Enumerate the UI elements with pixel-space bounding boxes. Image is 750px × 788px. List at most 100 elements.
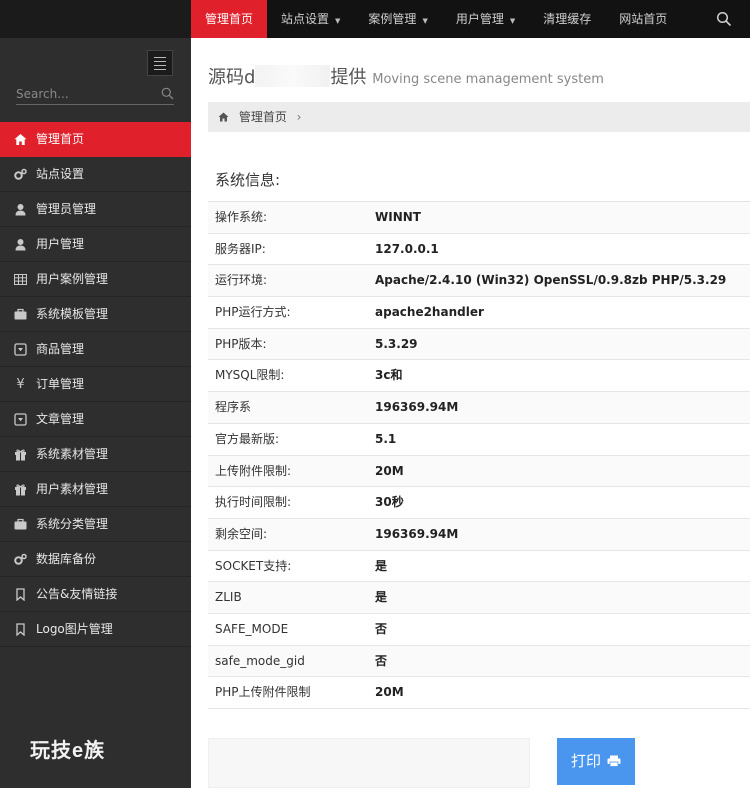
sidebar-item-13[interactable]: 公告&友情链接 [0,577,191,612]
table-row: PHP运行方式: apache2handler [208,297,750,329]
info-key: 剩余空间: [215,526,268,541]
info-value: 是 [375,558,388,573]
print-button[interactable]: 打印 [557,738,635,785]
section-title: 系统信息: [215,171,281,189]
table-row: 上传附件限制: 20M [208,455,750,488]
sidebar-item-label: 文章管理 [36,412,85,426]
cogs-icon [14,168,27,181]
nav-item-2[interactable]: 案例管理 ▼ [354,0,441,38]
table-row: PHP上传附件限制 20M [208,677,750,709]
sidebar-item-label: 管理员管理 [36,202,97,216]
menu-toggle-button[interactable] [147,50,173,76]
admin-page: 管理首页 站点设置 ▼ 案例管理 ▼ 用户管理 ▼ 清理缓存 网站首页 Search... 管理 [0,0,750,788]
search-icon[interactable] [161,87,174,100]
table-row: 程序系 196369.94M [208,392,750,424]
sidebar-item-12[interactable]: 数据库备份 [0,542,191,577]
menu-icon-bar [154,60,166,62]
info-value: 否 [375,653,388,668]
gift-icon [14,483,27,496]
info-key: 执行时间限制: [215,495,292,510]
caret-square-icon [14,413,27,426]
info-value: 20M [375,463,404,478]
gift-icon [14,448,27,461]
info-key: 服务器IP: [215,241,266,256]
home-icon [218,112,229,122]
sidebar-item-label: 用户管理 [36,237,85,251]
nav-item-3[interactable]: 用户管理 ▼ [442,0,529,38]
table-row: 执行时间限制: 30秒 [208,487,750,519]
info-value: 20M [375,685,404,700]
info-value: 196369.94M [375,400,459,415]
breadcrumb-home-link[interactable]: 管理首页 [239,110,287,124]
sidebar-item-3[interactable]: 用户管理 [0,227,191,262]
sidebar-item-9[interactable]: 系统素材管理 [0,437,191,472]
sidebar-item-label: 公告&友情链接 [36,587,118,601]
breadcrumb: 管理首页 › [208,102,750,132]
page-title-part2: 提供 [330,67,367,88]
chevron-down-icon: ▼ [335,17,341,25]
page-title: 源码d 提供 Moving scene management system [208,63,604,89]
nav-item-label: 管理首页 [205,12,254,26]
info-value: 否 [375,621,388,636]
info-key: safe_mode_gid [215,653,305,668]
sidebar-item-label: 商品管理 [36,342,85,356]
table-row: ZLIB 是 [208,582,750,614]
sidebar-item-label: 用户素材管理 [36,482,109,496]
info-key: SAFE_MODE [215,621,289,636]
search-placeholder: Search... [16,87,69,101]
info-key: SOCKET支持: [215,558,292,573]
sidebar-item-14[interactable]: Logo图片管理 [0,612,191,647]
text-area[interactable] [208,738,530,788]
nav-item-5[interactable]: 网站首页 [605,0,681,38]
sidebar-item-8[interactable]: 文章管理 [0,402,191,437]
sidebar-item-4[interactable]: 用户案例管理 [0,262,191,297]
info-value: 3c和 [375,368,403,383]
menu-icon-bar [154,68,166,70]
info-value: 30秒 [375,495,404,510]
info-key: MYSQL限制: [215,368,285,383]
table-row: 官方最新版: 5.1 [208,424,750,456]
info-key: PHP上传附件限制 [215,685,311,700]
home-icon [14,133,27,146]
nav-item-label: 清理缓存 [543,12,592,26]
page-subtitle: Moving scene management system [372,72,604,87]
nav-item-label: 用户管理 [455,12,504,26]
info-key: PHP运行方式: [215,305,291,320]
info-key: 运行环境: [215,273,268,288]
info-value: WINNT [375,210,421,224]
top-navbar: 管理首页 站点设置 ▼ 案例管理 ▼ 用户管理 ▼ 清理缓存 网站首页 [0,0,750,44]
table-row: MYSQL限制: 3c和 [208,360,750,393]
cogs-icon [14,553,27,566]
sidebar-item-5[interactable]: 系统模板管理 [0,297,191,332]
search-icon[interactable] [716,11,732,27]
system-info-table: 操作系统: WINNT 服务器IP: 127.0.0.1 运行环境: Apache/2.4… [208,201,750,709]
sidebar-item-label: 数据库备份 [36,552,97,566]
navbar-brand-area [0,0,191,38]
user-icon [14,238,27,251]
sidebar-item-11[interactable]: 系统分类管理 [0,507,191,542]
info-value: apache2handler [375,305,484,320]
sidebar: Search... 管理首页站点设置管理员管理用户管理用户案例管理 系统模板管理商… [0,38,197,788]
sidebar-header: Search... [0,38,191,122]
nav-item-4[interactable]: 清理缓存 [529,0,605,38]
table-row: 服务器IP: 127.0.0.1 [208,234,750,266]
info-key: 官方最新版: [215,431,280,446]
sidebar-item-7[interactable]: ¥ 订单管理 [0,367,191,402]
table-row: SOCKET支持: 是 [208,551,750,583]
briefcase-icon [14,518,27,531]
info-key: ZLIB [215,590,242,605]
table-row: 运行环境: Apache/2.4.10 (Win32) OpenSSL/0.9.8… [208,265,750,298]
nav-item-1[interactable]: 站点设置 ▼ [267,0,354,38]
sidebar-item-10[interactable]: 用户素材管理 [0,472,191,507]
nav-item-0[interactable]: 管理首页 [191,0,268,44]
info-key: 上传附件限制: [215,463,292,478]
sidebar-item-label: Logo图片管理 [36,622,113,636]
nav-item-label: 案例管理 [368,12,417,26]
sidebar-item-6[interactable]: 商品管理 [0,332,191,367]
sidebar-item-1[interactable]: 站点设置 [0,157,191,192]
sidebar-item-2[interactable]: 管理员管理 [0,192,191,227]
sidebar-item-0[interactable]: 管理首页 [0,122,197,157]
sidebar-search-input[interactable]: Search... [16,85,174,105]
sidebar-item-label: 站点设置 [36,167,85,181]
info-value: 5.3.29 [375,336,418,351]
